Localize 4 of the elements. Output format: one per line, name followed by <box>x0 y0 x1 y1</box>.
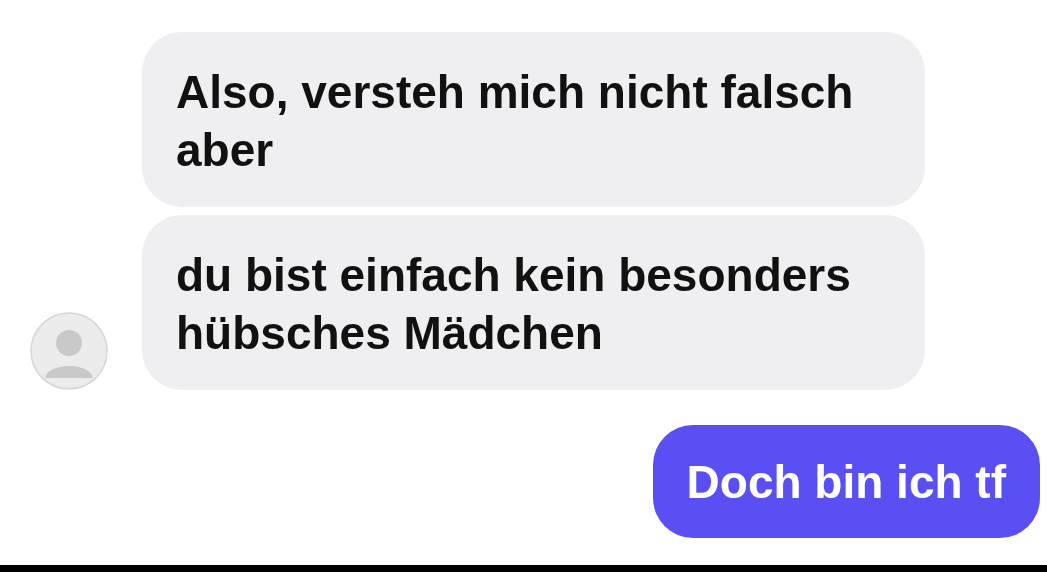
received-message: du bist einfach kein besonders hübsches Mädchen <box>142 215 925 390</box>
avatar-icon <box>30 312 108 390</box>
sent-message: Doch bin ich tf <box>652 425 1040 538</box>
received-message: Also, versteh mich nicht falsch aber <box>142 32 925 207</box>
